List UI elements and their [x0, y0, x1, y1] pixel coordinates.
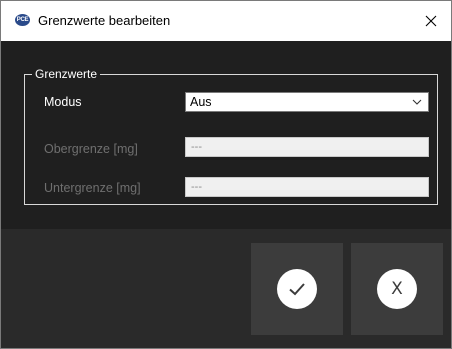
title-bar: PCE Grenzwerte bearbeiten	[1, 1, 451, 41]
upper-limit-input[interactable]: ---	[185, 137, 429, 157]
check-icon	[289, 283, 305, 296]
window-title: Grenzwerte bearbeiten	[38, 13, 171, 28]
upper-limit-label: Obergrenze [mg]	[44, 142, 138, 156]
group-legend: Grenzwerte	[35, 67, 98, 81]
lower-limit-input[interactable]: ---	[185, 177, 429, 197]
close-button[interactable]	[411, 1, 451, 41]
mode-select[interactable]: Aus	[185, 92, 429, 112]
dialog-window: PCE Grenzwerte bearbeiten Grenzwerte Mod…	[0, 0, 452, 349]
ok-button[interactable]	[251, 243, 343, 335]
mode-label: Modus	[44, 95, 82, 109]
mode-select-value: Aus	[190, 95, 212, 109]
chevron-down-icon	[412, 99, 422, 105]
cancel-button[interactable]: X	[351, 243, 443, 335]
lower-limit-label: Untergrenze [mg]	[44, 181, 141, 195]
x-icon: X	[391, 279, 403, 299]
close-icon	[425, 15, 437, 27]
dialog-content: Grenzwerte Modus Aus Obergrenze [mg] ---…	[1, 41, 451, 348]
app-logo-icon: PCE	[15, 14, 30, 26]
